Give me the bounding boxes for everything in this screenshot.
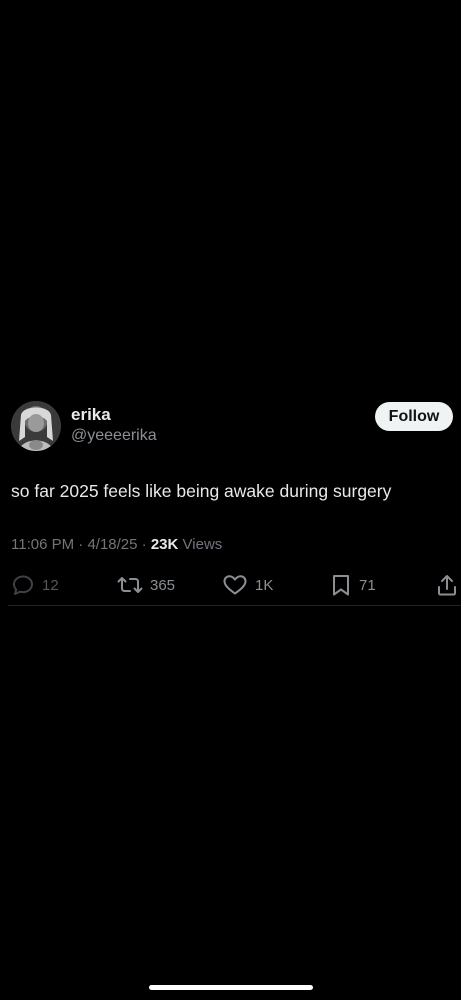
views-count[interactable]: 23K bbox=[151, 536, 179, 553]
tweet-time: 11:06 PM bbox=[11, 536, 75, 553]
heart-icon bbox=[223, 575, 247, 595]
tweet-text: so far 2025 feels like being awake durin… bbox=[11, 481, 392, 501]
retweet-button[interactable]: 365 bbox=[117, 570, 175, 600]
bookmark-button[interactable]: 71 bbox=[330, 570, 376, 600]
share-icon bbox=[438, 575, 456, 596]
divider bbox=[8, 605, 461, 606]
meta-separator: · bbox=[141, 536, 151, 553]
avatar[interactable] bbox=[11, 401, 61, 451]
author-handle[interactable]: @yeeeerika bbox=[71, 427, 157, 445]
like-count: 1K bbox=[255, 576, 274, 594]
share-button[interactable] bbox=[436, 570, 458, 600]
reply-icon bbox=[13, 575, 33, 595]
like-button[interactable]: 1K bbox=[222, 570, 273, 600]
views-label: Views bbox=[182, 536, 223, 553]
profile-photo-icon bbox=[11, 401, 61, 451]
retweet-count: 365 bbox=[150, 576, 176, 594]
tweet: erika @yeeeerika Follow so far 2025 feel… bbox=[0, 398, 461, 606]
bookmark-icon bbox=[333, 575, 349, 596]
tweet-meta: 11:06 PM · 4/18/25 · 23K Views bbox=[11, 536, 222, 553]
reply-button[interactable]: 12 bbox=[11, 570, 59, 600]
retweet-icon bbox=[117, 577, 143, 593]
tweet-date: 4/18/25 bbox=[87, 536, 138, 553]
follow-button[interactable]: Follow bbox=[375, 402, 453, 431]
home-indicator[interactable] bbox=[149, 985, 313, 990]
action-bar: 12 365 1K 71 bbox=[0, 570, 461, 600]
bookmark-count: 71 bbox=[359, 576, 376, 594]
reply-count: 12 bbox=[42, 576, 59, 594]
author-name[interactable]: erika bbox=[71, 405, 111, 425]
